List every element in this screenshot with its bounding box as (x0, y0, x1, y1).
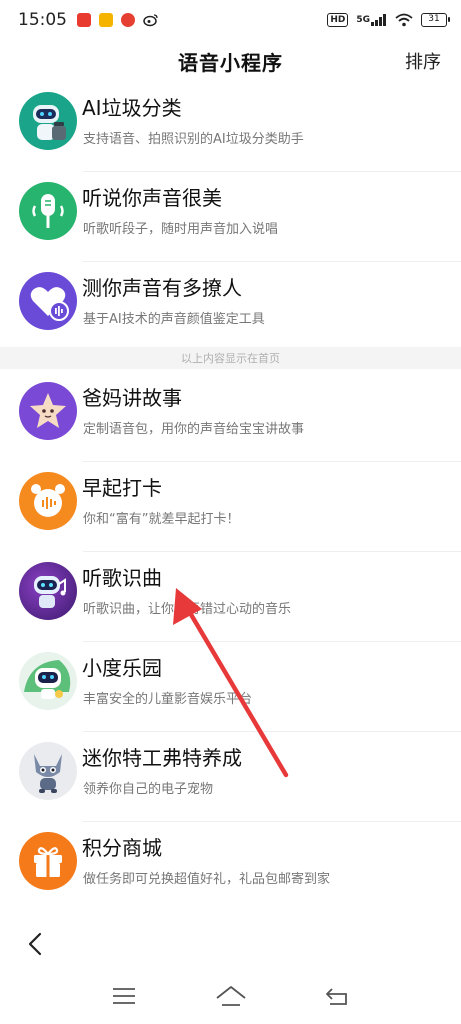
back-row (0, 920, 461, 966)
network-label: 5G (356, 15, 370, 25)
item-title: 迷你特工弗特养成 (82, 746, 242, 770)
item-title: 小度乐园 (82, 656, 162, 680)
xiaodu-robot-icon (19, 652, 77, 710)
home-icon[interactable] (211, 976, 251, 1016)
battery-icon: 31 (421, 13, 450, 27)
list-item[interactable]: 早起打卡 你和“富有”就差早起打卡！ (0, 462, 461, 552)
item-desc: 支持语音、拍照识别的AI垃圾分类助手 (83, 132, 304, 147)
item-desc: 定制语音包，用你的声音给宝宝讲故事 (83, 422, 305, 437)
back-icon[interactable] (22, 928, 50, 960)
item-title: 积分商城 (82, 836, 162, 860)
notification-app-icon (77, 13, 91, 27)
status-bar: 15:05 HD 5G 31 (0, 0, 461, 40)
weibo-icon (143, 13, 159, 27)
sort-button[interactable]: 排序 (405, 48, 441, 74)
list-item[interactable]: 听说你声音很美 听歌听段子，随时用声音加入说唱 (0, 172, 461, 262)
signal-icon: 5G (356, 14, 387, 26)
header: 语音小程序 排序 (0, 40, 461, 82)
star-face-icon (19, 382, 77, 440)
item-title: 测你声音有多撩人 (82, 276, 242, 300)
item-title: 爸妈讲故事 (82, 386, 182, 410)
battery-level: 31 (428, 14, 440, 24)
return-icon[interactable] (318, 976, 358, 1016)
wifi-icon (395, 13, 413, 27)
system-nav-bar (0, 968, 461, 1024)
item-desc: 做任务即可兑换超值好礼，礼品包邮寄到家 (83, 872, 331, 887)
robot-trash-icon (19, 92, 77, 150)
section-note: 以上内容显示在首页 (0, 347, 461, 369)
notification-app-icon (99, 13, 113, 27)
gift-icon (19, 832, 77, 890)
list-item[interactable]: AI垃圾分类 支持语音、拍照识别的AI垃圾分类助手 (0, 82, 461, 172)
item-desc: 听歌听段子，随时用声音加入说唱 (83, 222, 279, 237)
status-right: HD 5G 31 (327, 13, 450, 27)
list-item[interactable]: 听歌识曲 听歌识曲，让你不再错过心动的音乐 (0, 552, 461, 642)
item-title: 听说你声音很美 (82, 186, 222, 210)
microphone-icon (19, 182, 77, 240)
item-desc: 你和“富有”就差早起打卡！ (83, 512, 240, 527)
item-desc: 丰富安全的儿童影音娱乐平台 (83, 692, 253, 707)
notification-app-icon (121, 13, 135, 27)
item-desc: 领养你自己的电子宠物 (83, 782, 214, 797)
heart-voice-icon (19, 272, 77, 330)
list-item[interactable]: 迷你特工弗特养成 领养你自己的电子宠物 (0, 732, 461, 822)
list-item[interactable]: 测你声音有多撩人 基于AI技术的声音颜值鉴定工具 (0, 262, 461, 352)
page-title: 语音小程序 (178, 50, 283, 75)
item-title: 早起打卡 (82, 476, 162, 500)
menu-icon[interactable] (104, 976, 144, 1016)
status-time: 15:05 (18, 10, 67, 30)
hd-icon: HD (327, 13, 349, 27)
item-desc: 基于AI技术的声音颜值鉴定工具 (83, 312, 265, 327)
list-item[interactable]: 爸妈讲故事 定制语音包，用你的声音给宝宝讲故事 (0, 372, 461, 462)
music-robot-icon (19, 562, 77, 620)
item-title: 听歌识曲 (82, 566, 162, 590)
cat-pet-icon (19, 742, 77, 800)
alarm-clock-icon (19, 472, 77, 530)
item-title: AI垃圾分类 (82, 96, 182, 120)
item-desc: 听歌识曲，让你不再错过心动的音乐 (83, 602, 292, 617)
list-item[interactable]: 积分商城 做任务即可兑换超值好礼，礼品包邮寄到家 (0, 822, 461, 912)
list-item[interactable]: 小度乐园 丰富安全的儿童影音娱乐平台 (0, 642, 461, 732)
